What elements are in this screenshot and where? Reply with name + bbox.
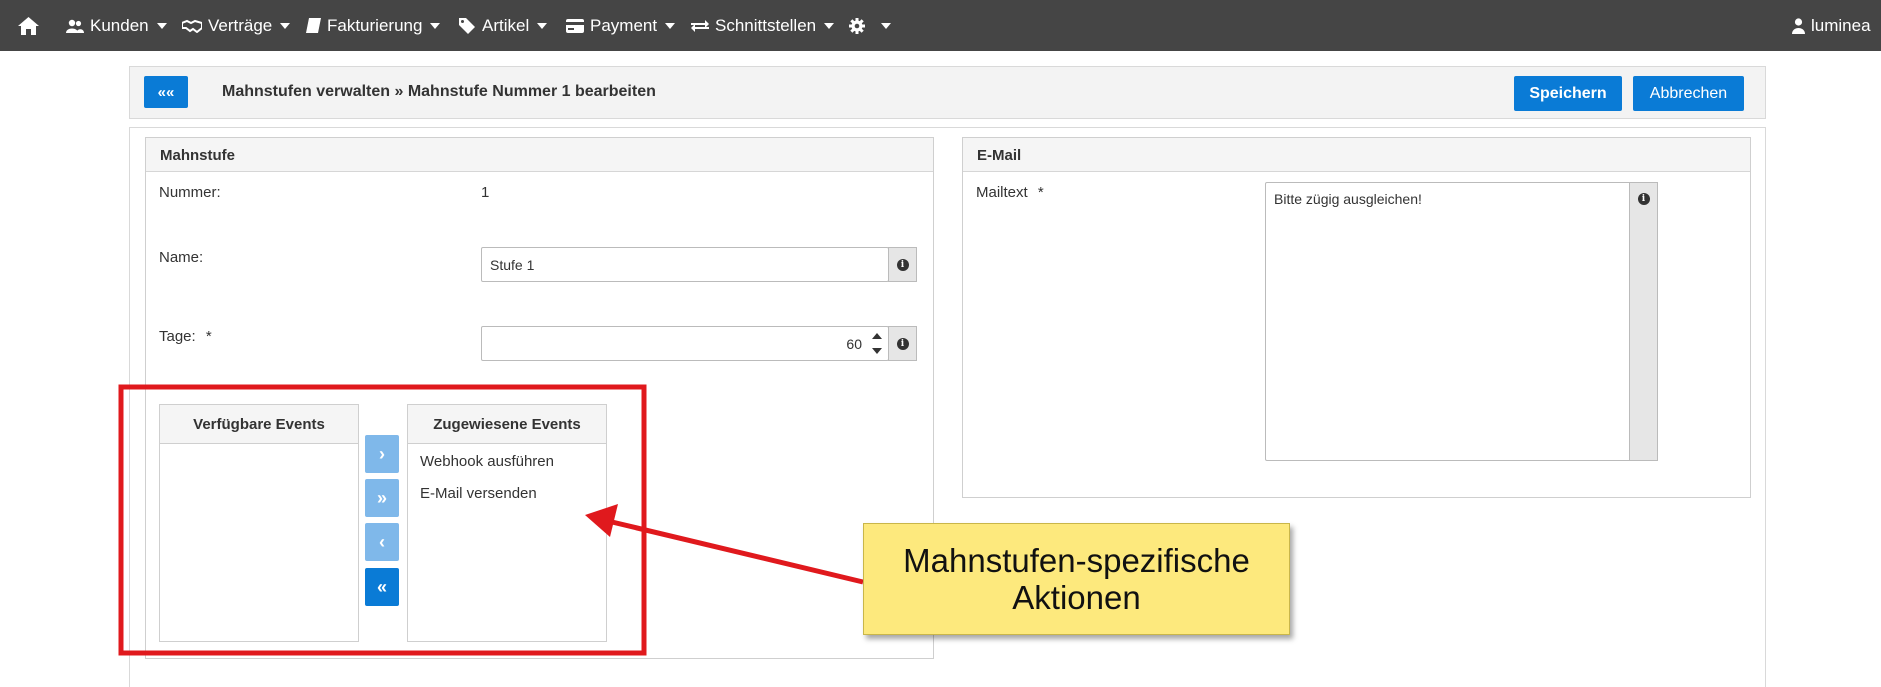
arrow-head-icon — [585, 504, 618, 537]
highlight-rectangle — [118, 384, 647, 656]
annotation-callout: Mahnstufen-spezifische Aktionen — [863, 523, 1290, 635]
annotation-arrow — [611, 519, 864, 585]
